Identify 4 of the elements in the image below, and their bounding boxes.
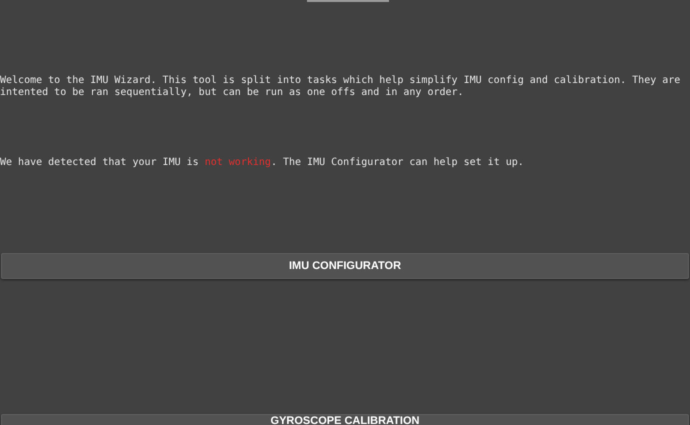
imu-status-text: We have detected that your IMU is not working. The IMU Configurator can help set it up. (0, 157, 525, 169)
imu-configurator-button[interactable]: IMU CONFIGURATOR (1, 253, 689, 279)
gyroscope-calibration-button[interactable]: GYROSCOPE CALIBRATION (1, 414, 689, 425)
intro-text: Welcome to the IMU Wizard. This tool is split into tasks which help simplify IMU config and calibration. They are intented to be ran sequentially, but can be run as one offs and in any order. (0, 75, 682, 99)
